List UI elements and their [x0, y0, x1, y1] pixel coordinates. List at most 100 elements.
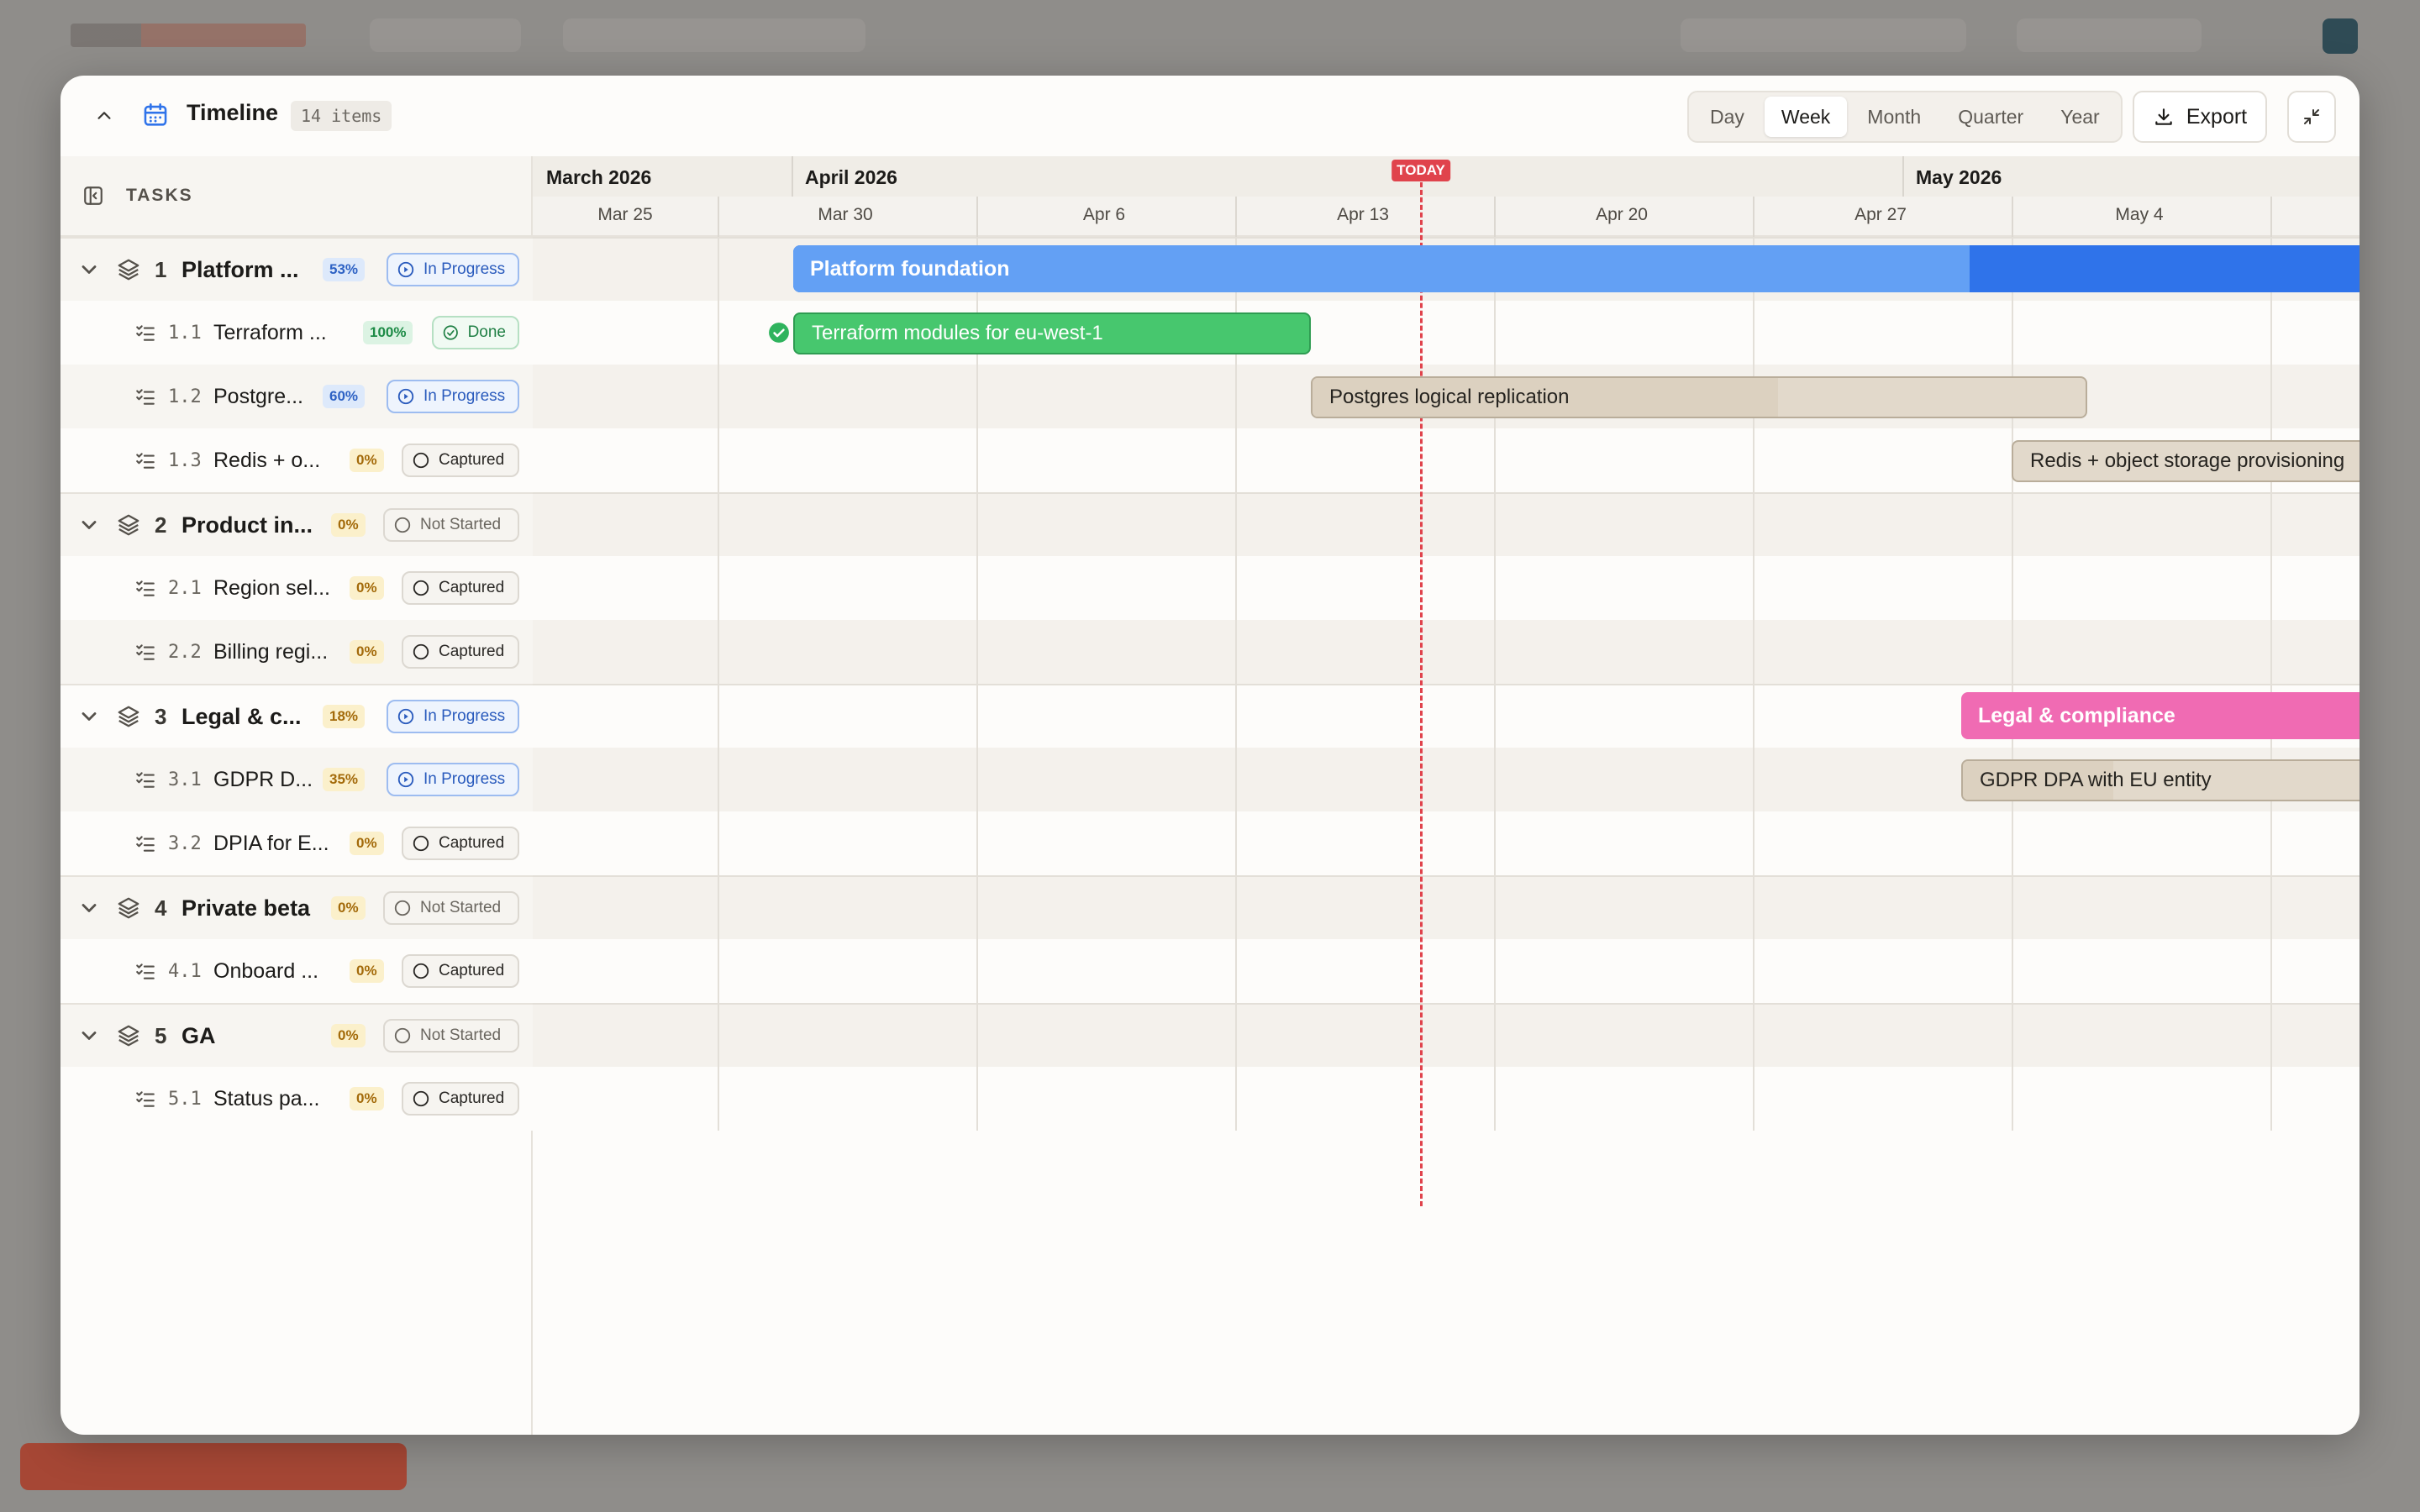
week-divider: [2012, 197, 2013, 237]
circle-icon: [413, 580, 429, 596]
gantt-row: [533, 1003, 2360, 1067]
task-row[interactable]: 5.1 Status pa... 0% Captured: [60, 1067, 533, 1131]
gantt-chart: March 2026 April 2026 May 2026 Mar 25 Mar…: [533, 156, 2360, 1435]
progress-icon: [397, 708, 414, 725]
status-badge[interactable]: Captured: [402, 571, 519, 605]
modal-header: Timeline 14 items Day Week Month Quarter…: [60, 76, 2360, 156]
status-label: Not Started: [420, 1026, 502, 1044]
progress-badge: 0%: [331, 1024, 366, 1047]
task-row[interactable]: 1.3 Redis + o... 0% Captured: [60, 428, 533, 492]
group-row[interactable]: 4 Private beta 0% Not Started: [60, 875, 533, 939]
background-breadcrumb: [370, 18, 521, 52]
task-row[interactable]: 4.1 Onboard ... 0% Captured: [60, 939, 533, 1003]
group-row[interactable]: 2 Product in... 0% Not Started: [60, 492, 533, 556]
checklist-icon: [136, 580, 155, 596]
task-list-panel: TASKS 1 Platform ... 53% In Progress 1.1 Terr…: [60, 156, 533, 1435]
task-row[interactable]: 3.1 GDPR D... 35% In Progress: [60, 748, 533, 811]
week-label: Mar 25: [597, 205, 653, 224]
minimize-button[interactable]: [2287, 91, 2336, 143]
background-app-header: [0, 0, 2420, 71]
status-badge[interactable]: In Progress: [387, 380, 519, 413]
export-label: Export: [2186, 104, 2248, 129]
task-bar[interactable]: Terraform modules for eu-west-1: [793, 312, 1311, 354]
status-badge[interactable]: Captured: [402, 444, 519, 477]
export-button[interactable]: Export: [2133, 91, 2267, 143]
task-bar[interactable]: GDPR DPA with EU entity: [1961, 759, 2360, 801]
chevron-down-icon[interactable]: [77, 258, 101, 281]
status-badge[interactable]: Captured: [402, 954, 519, 988]
status-badge[interactable]: Captured: [402, 827, 519, 860]
view-quarter[interactable]: Quarter: [1941, 97, 2040, 137]
download-icon: [2155, 108, 2172, 125]
task-number: 3.1: [168, 769, 202, 790]
week-label: May 4: [2115, 205, 2164, 224]
task-row[interactable]: 1.2 Postgre... 60% In Progress: [60, 365, 533, 428]
status-label: In Progress: [424, 707, 506, 725]
status-badge[interactable]: Not Started: [383, 508, 519, 542]
status-badge[interactable]: Not Started: [383, 1019, 519, 1053]
status-label: Captured: [439, 643, 505, 660]
bar-label: Legal & compliance: [1978, 703, 2175, 727]
task-name: Terraform ...: [213, 320, 327, 344]
layers-icon: [118, 1025, 139, 1047]
week-gridline: [1753, 197, 1754, 1131]
status-badge[interactable]: Done: [432, 316, 519, 349]
group-row[interactable]: 1 Platform ... 53% In Progress: [60, 237, 533, 301]
view-day[interactable]: Day: [1693, 97, 1761, 137]
task-number: 4.1: [168, 960, 202, 982]
task-row[interactable]: 3.2 DPIA for E... 0% Captured: [60, 811, 533, 875]
task-bar[interactable]: Postgres logical replication: [1311, 376, 2087, 418]
month-label: May 2026: [1916, 166, 2002, 188]
task-number: 2.2: [168, 641, 202, 663]
group-name: Legal & c...: [182, 703, 302, 729]
status-badge[interactable]: Captured: [402, 1082, 519, 1116]
checklist-icon: [136, 389, 155, 405]
week-divider: [2270, 197, 2272, 237]
chevron-down-icon[interactable]: [77, 513, 101, 537]
view-week[interactable]: Week: [1764, 97, 1848, 137]
progress-badge: 0%: [350, 449, 384, 472]
gantt-row: [533, 556, 2360, 620]
checklist-icon: [136, 325, 155, 341]
timeline-modal: Timeline 14 items Day Week Month Quarter…: [60, 76, 2360, 1435]
chevron-down-icon[interactable]: [77, 896, 101, 920]
progress-badge: 0%: [350, 832, 384, 855]
status-badge[interactable]: Captured: [402, 635, 519, 669]
task-bar[interactable]: Redis + object storage provisioning: [2012, 440, 2360, 482]
group-bar[interactable]: Legal & compliance: [1961, 692, 2360, 739]
circle-icon: [394, 517, 411, 533]
month-label: March 2026: [546, 166, 652, 188]
task-row[interactable]: 1.1 Terraform ... 100% Done: [60, 301, 533, 365]
view-year[interactable]: Year: [2044, 97, 2116, 137]
status-badge[interactable]: In Progress: [387, 700, 519, 733]
group-row[interactable]: 3 Legal & c... 18% In Progress: [60, 684, 533, 748]
task-row[interactable]: 2.1 Region sel... 0% Captured: [60, 556, 533, 620]
week-label: Apr 20: [1596, 205, 1648, 224]
collapse-button[interactable]: [89, 101, 119, 131]
status-label: Captured: [439, 834, 505, 852]
chevron-down-icon[interactable]: [77, 705, 101, 728]
bar-label: Redis + object storage provisioning: [2030, 449, 2345, 472]
circle-icon: [413, 963, 429, 979]
view-month[interactable]: Month: [1850, 97, 1938, 137]
today-line: [1420, 160, 1423, 1206]
chevron-down-icon[interactable]: [77, 1024, 101, 1047]
task-number: 3.2: [168, 832, 202, 854]
progress-badge: 0%: [350, 640, 384, 664]
status-badge[interactable]: In Progress: [387, 253, 519, 286]
group-name: Platform ...: [182, 256, 299, 282]
status-badge[interactable]: In Progress: [387, 763, 519, 796]
calendar-icon: [144, 102, 167, 126]
task-row[interactable]: 2.2 Billing regi... 0% Captured: [60, 620, 533, 684]
today-marker: TODAY: [1392, 160, 1450, 181]
group-row[interactable]: 5 GA 0% Not Started: [60, 1003, 533, 1067]
group-number: 5: [155, 1022, 167, 1048]
sidebar-toggle-icon[interactable]: [82, 185, 104, 207]
circle-icon: [413, 643, 429, 660]
progress-icon: [397, 388, 414, 405]
progress-badge: 18%: [323, 705, 366, 728]
checklist-icon: [136, 453, 155, 469]
status-badge[interactable]: Not Started: [383, 891, 519, 925]
week-label: Mar 30: [818, 205, 873, 224]
group-bar[interactable]: Platform foundation: [793, 245, 2360, 292]
